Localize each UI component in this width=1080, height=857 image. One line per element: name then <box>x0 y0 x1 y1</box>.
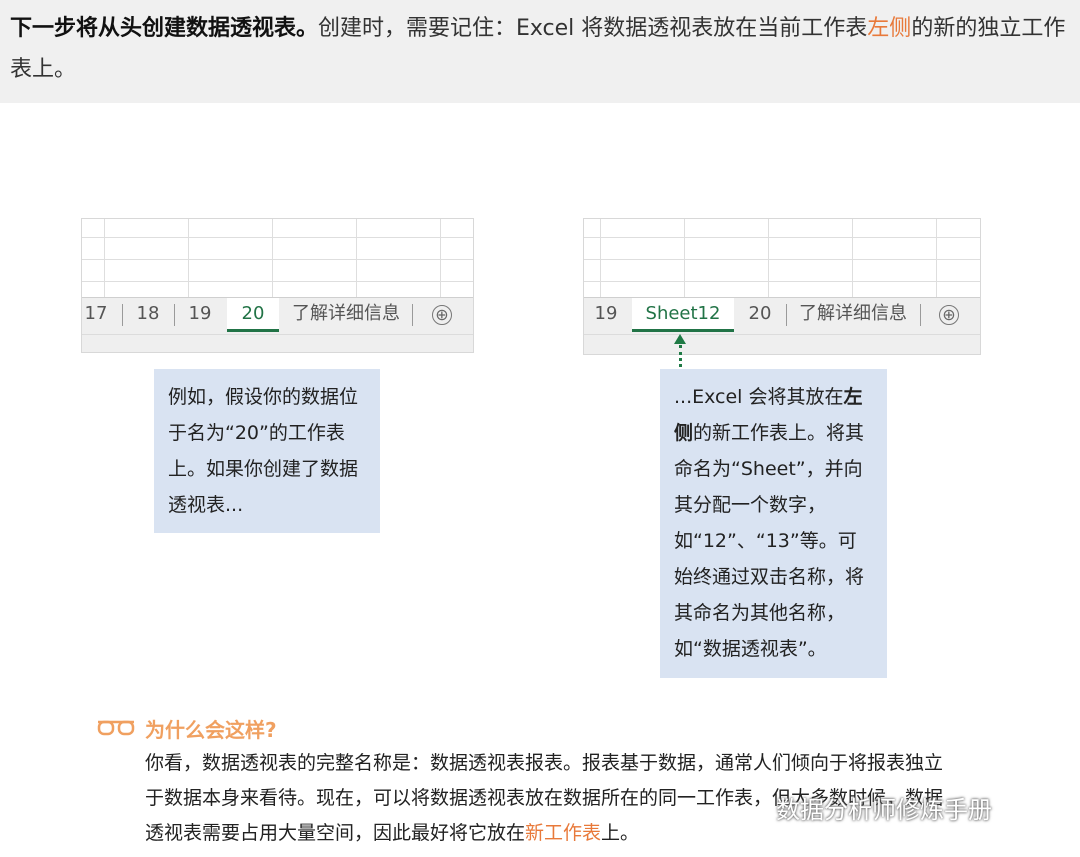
right-sheet: 19 Sheet12 20 了解详细信息 ⊕ <box>583 218 981 355</box>
grid-row-line <box>82 237 473 238</box>
right-callout-text-2: 的新工作表上。将其命名为“Sheet”，并向其分配一个数字，如“12”、“13”… <box>674 422 865 660</box>
intro-bold-text: 下一步将从头创建数据透视表。 <box>10 16 319 41</box>
sheet-tab-bar: 17 18 19 20 了解详细信息 ⊕ <box>82 297 473 335</box>
why-body-accent: 新工作表 <box>525 822 602 844</box>
grid-col-line <box>272 219 273 297</box>
status-bar <box>82 334 473 352</box>
tab-separator <box>412 304 413 326</box>
sheet-tab-bar: 19 Sheet12 20 了解详细信息 ⊕ <box>584 297 980 335</box>
tab-separator <box>174 304 175 326</box>
add-sheet-icon[interactable]: ⊕ <box>432 305 452 325</box>
grid-col-line <box>936 219 937 297</box>
status-bar <box>584 334 980 354</box>
grid-col-line <box>440 219 441 297</box>
intro-accent-text: 左侧 <box>867 16 912 41</box>
tab-separator <box>786 304 787 326</box>
grid-col-line <box>600 219 601 297</box>
sheet-tab-learn-more[interactable]: 了解详细信息 <box>790 298 916 332</box>
grid-row-line <box>584 237 980 238</box>
sheet-tab-19[interactable]: 19 <box>178 298 222 332</box>
sheet-tab-17[interactable]: 17 <box>82 298 110 332</box>
grid-col-line <box>684 219 685 297</box>
grid-row-line <box>584 281 980 282</box>
intro-text-1: 创建时，需要记住：Excel 将数据透视表放在当前工作表 <box>318 16 868 41</box>
grid-row-line <box>82 281 473 282</box>
why-body-text-2: 上。 <box>601 822 640 844</box>
left-callout: 例如，假设你的数据位于名为“20”的工作表上。如果你创建了数据透视表... <box>154 369 380 533</box>
tab-separator <box>122 304 123 326</box>
watermark: 数据分析师修炼手册 <box>776 796 992 824</box>
grid-row-line <box>82 259 473 260</box>
grid-col-line <box>104 219 105 297</box>
left-callout-text: 例如，假设你的数据位于名为“20”的工作表上。如果你创建了数据透视表... <box>168 386 359 516</box>
sheet-tab-19[interactable]: 19 <box>586 298 626 332</box>
intro-banner: 下一步将从头创建数据透视表。创建时，需要记住：Excel 将数据透视表放在当前工… <box>0 0 1080 103</box>
why-title: 为什么会这样? <box>145 718 277 742</box>
grid-col-line <box>852 219 853 297</box>
right-callout-text-1: ...Excel 会将其放在 <box>674 386 844 408</box>
dotted-arrow-line <box>679 345 682 367</box>
sheet-tab-learn-more[interactable]: 了解详细信息 <box>286 298 406 332</box>
sheet-tab-20[interactable]: 20 <box>738 298 782 332</box>
grid-row-line <box>584 259 980 260</box>
grid-col-line <box>768 219 769 297</box>
sheet-tab-18[interactable]: 18 <box>126 298 170 332</box>
arrow-up-icon <box>674 334 686 344</box>
glasses-icon <box>97 720 135 736</box>
intro-paragraph: 下一步将从头创建数据透视表。创建时，需要记住：Excel 将数据透视表放在当前工… <box>10 8 1072 90</box>
grid-col-line <box>356 219 357 297</box>
left-sheet: 17 18 19 20 了解详细信息 ⊕ <box>81 218 474 353</box>
sheet-tab-20-active[interactable]: 20 <box>227 298 279 332</box>
sheet-tab-sheet12-active[interactable]: Sheet12 <box>632 298 734 332</box>
tab-separator <box>920 304 921 326</box>
grid-col-line <box>188 219 189 297</box>
add-sheet-icon[interactable]: ⊕ <box>939 305 959 325</box>
right-callout: ...Excel 会将其放在左侧的新工作表上。将其命名为“Sheet”，并向其分… <box>660 369 887 678</box>
